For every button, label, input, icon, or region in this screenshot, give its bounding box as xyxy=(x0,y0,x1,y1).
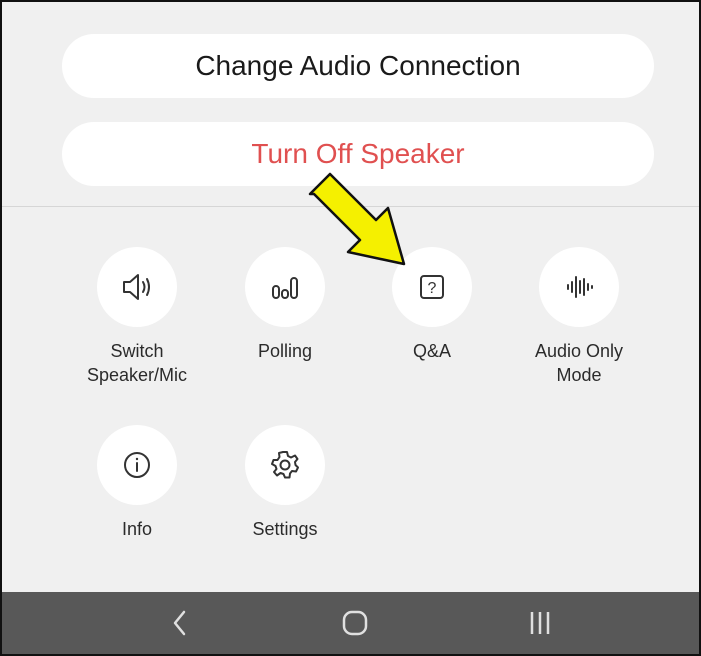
recents-icon xyxy=(530,612,550,634)
speaker-icon xyxy=(97,247,177,327)
info-label: Info xyxy=(121,519,153,539)
meeting-more-menu: Change Audio Connection Turn Off Speaker… xyxy=(0,0,701,656)
info-icon xyxy=(97,425,177,505)
audio-wave-icon xyxy=(539,247,619,327)
recents-button[interactable] xyxy=(500,592,580,654)
switch-speaker-mic-button[interactable]: Switch Speaker/Mic xyxy=(57,247,217,387)
settings-label: Settings xyxy=(252,519,318,539)
system-nav-bar xyxy=(2,592,699,654)
home-button[interactable] xyxy=(315,592,395,654)
polling-label: Polling xyxy=(257,341,313,361)
qa-label: Q&A xyxy=(412,341,451,361)
back-icon xyxy=(173,610,186,636)
audio-only-mode-button[interactable]: Audio Only Mode xyxy=(499,247,659,387)
audio-only-mode-label: Audio Only Mode xyxy=(534,341,624,385)
svg-text:?: ? xyxy=(428,280,437,297)
highlight-arrow xyxy=(292,170,412,285)
change-audio-connection-button[interactable]: Change Audio Connection xyxy=(62,34,654,98)
gear-icon xyxy=(245,425,325,505)
info-button[interactable]: Info xyxy=(57,425,217,541)
back-button[interactable] xyxy=(140,592,220,654)
switch-speaker-mic-label: Switch Speaker/Mic xyxy=(86,341,188,385)
home-icon xyxy=(342,610,368,636)
settings-button[interactable]: Settings xyxy=(205,425,365,541)
